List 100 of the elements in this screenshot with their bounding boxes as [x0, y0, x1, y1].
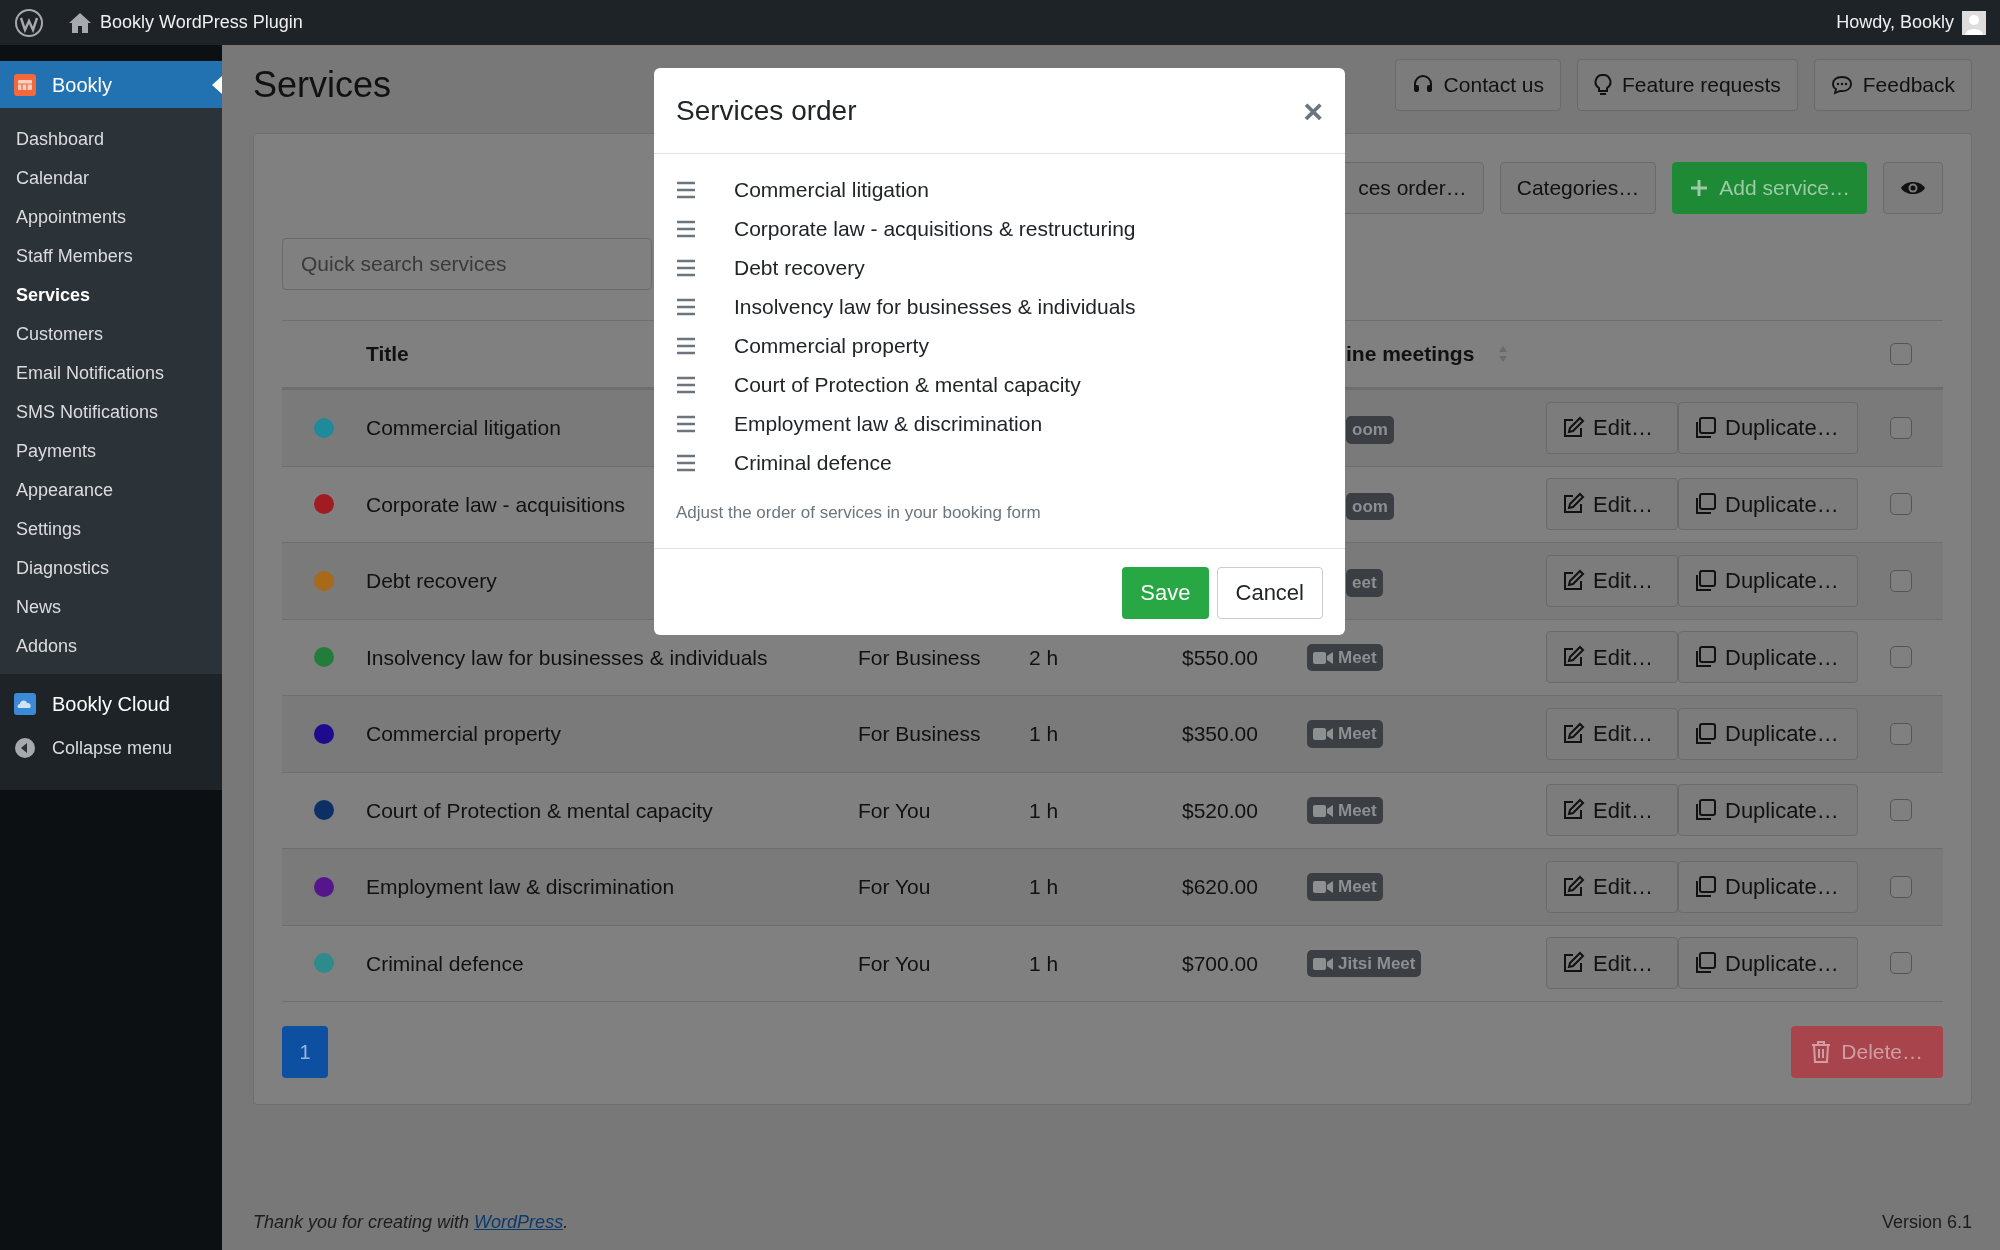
- close-button[interactable]: ×: [1303, 93, 1323, 128]
- row-checkbox[interactable]: [1889, 493, 1912, 516]
- edit-button[interactable]: Edit…: [1546, 631, 1678, 684]
- row-checkbox[interactable]: [1889, 952, 1912, 975]
- sidebar-item[interactable]: Appointments: [0, 198, 222, 237]
- drag-handle-icon[interactable]: [676, 414, 696, 433]
- avatar-icon[interactable]: [1962, 10, 1986, 35]
- search-field[interactable]: Quick search services: [282, 238, 652, 290]
- visibility-button[interactable]: [1883, 162, 1943, 214]
- drag-handle-icon[interactable]: [676, 180, 696, 199]
- edit-icon: [1561, 568, 1585, 593]
- sidebar-item[interactable]: Bookly Cloud: [52, 689, 170, 719]
- edit-button[interactable]: Edit…: [1546, 554, 1678, 607]
- header-button[interactable]: Feature requests: [1577, 59, 1798, 111]
- sortable-item[interactable]: Court of Protection & mental capacity: [734, 368, 1081, 401]
- logo-icon[interactable]: [14, 7, 44, 38]
- cloud-icon[interactable]: [14, 693, 36, 715]
- collapse-menu-link[interactable]: Collapse menu: [52, 734, 173, 762]
- table-cell-text: 1 h: [1029, 950, 1060, 977]
- row-checkbox[interactable]: [1889, 722, 1912, 745]
- duplicate-button[interactable]: Duplicate…: [1678, 784, 1858, 837]
- sortable-item[interactable]: Commercial property: [734, 329, 929, 362]
- sidebar-item[interactable]: Dashboard: [0, 120, 222, 159]
- row-checkbox[interactable]: [1889, 875, 1912, 898]
- duplicate-button[interactable]: Duplicate…: [1678, 478, 1858, 531]
- edit-button[interactable]: Edit…: [1546, 860, 1678, 913]
- sidebar-item[interactable]: Services: [0, 276, 222, 315]
- table-cell-text: Commercial litigation: [366, 415, 561, 441]
- sortable-item[interactable]: Insolvency law for businesses & individuals: [734, 290, 1136, 323]
- cancel-button[interactable]: Cancel: [1216, 566, 1323, 619]
- sortable-item[interactable]: Debt recovery: [734, 251, 865, 284]
- copy-icon: [1693, 568, 1717, 593]
- row-checkbox[interactable]: [1889, 416, 1912, 439]
- select-all-checkbox[interactable]: [1889, 343, 1912, 365]
- row-checkbox[interactable]: [1889, 569, 1912, 592]
- edit-button[interactable]: Edit…: [1546, 401, 1678, 454]
- sidebar-item[interactable]: SMS Notifications: [0, 393, 222, 432]
- sidebar-item[interactable]: Appearance: [0, 471, 222, 510]
- drag-handle-icon[interactable]: [676, 297, 696, 316]
- sidebar-item[interactable]: Payments: [0, 432, 222, 471]
- sidebar-item[interactable]: Email Notifications: [0, 354, 222, 393]
- toolbar-button[interactable]: Categories…: [1499, 162, 1657, 214]
- duplicate-button[interactable]: Duplicate…: [1678, 631, 1858, 684]
- sortable-item[interactable]: Criminal defence: [734, 446, 892, 479]
- table-cell-text: Corporate law - acquisitions: [366, 491, 626, 518]
- column-header: ine meetings: [1346, 341, 1475, 368]
- sidebar-item[interactable]: Customers: [0, 315, 222, 354]
- table-cell-text: $550.00: [1182, 644, 1259, 671]
- edit-button[interactable]: Edit…: [1546, 478, 1678, 531]
- table-cell-text: Employment law & discrimination: [366, 874, 675, 900]
- chat-icon: [1830, 74, 1853, 96]
- drag-handle-icon[interactable]: [676, 336, 696, 355]
- duplicate-button[interactable]: Duplicate…: [1678, 554, 1858, 607]
- table-cell-text: For You: [858, 874, 932, 900]
- site-title-link[interactable]: Bookly WordPress Plugin: [100, 9, 303, 36]
- version-text: Version 6.1: [1881, 1211, 1972, 1234]
- sortable-item[interactable]: Commercial litigation: [734, 173, 929, 206]
- edit-icon: [1561, 874, 1585, 899]
- pointer-icon: [212, 76, 222, 94]
- drag-handle-icon[interactable]: [676, 219, 696, 238]
- sortable-item[interactable]: Employment law & discrimination: [734, 407, 1043, 440]
- page-button[interactable]: 1: [282, 1026, 328, 1078]
- sidebar-item[interactable]: Staff Members: [0, 237, 222, 276]
- drag-handle-icon[interactable]: [676, 375, 696, 394]
- duplicate-button[interactable]: Duplicate…: [1678, 707, 1858, 760]
- sidebar-item[interactable]: Settings: [0, 510, 222, 549]
- wordpress-link[interactable]: WordPress: [474, 1212, 564, 1232]
- greeting-text[interactable]: Howdy, Bookly: [1836, 9, 1954, 36]
- duplicate-button[interactable]: Duplicate…: [1678, 937, 1858, 990]
- drag-handle-icon[interactable]: [676, 258, 696, 277]
- footer-text: Thank you for creating with WordPress.: [253, 1211, 569, 1234]
- sidebar-item[interactable]: News: [0, 588, 222, 627]
- save-button[interactable]: Save: [1122, 566, 1209, 619]
- row-checkbox[interactable]: [1889, 646, 1912, 669]
- table-cell-text: Insolvency law for businesses & individuals: [366, 644, 768, 671]
- sortable-item[interactable]: Corporate law - acquisitions & restructuring: [734, 212, 1136, 245]
- sidebar-plugin-item[interactable]: Bookly: [0, 61, 222, 108]
- meeting-badge: Meet: [1307, 643, 1383, 672]
- edit-button[interactable]: Edit…: [1546, 784, 1678, 837]
- meeting-badge: oom: [1346, 492, 1394, 520]
- duplicate-button[interactable]: Duplicate…: [1678, 860, 1858, 913]
- duplicate-button[interactable]: Duplicate…: [1678, 401, 1858, 454]
- sidebar-item[interactable]: Diagnostics: [0, 549, 222, 588]
- home-icon[interactable]: [68, 11, 92, 34]
- header-button[interactable]: Contact us: [1394, 59, 1561, 111]
- header-button[interactable]: Feedback: [1813, 59, 1972, 111]
- plus-icon: [1689, 178, 1710, 198]
- edit-button[interactable]: Edit…: [1546, 937, 1678, 990]
- meeting-badge: eet: [1346, 569, 1383, 597]
- sidebar-item[interactable]: Addons: [0, 627, 222, 666]
- collapse-icon[interactable]: [14, 737, 36, 759]
- table-cell-text: 1 h: [1029, 721, 1060, 747]
- calendar-icon[interactable]: [14, 73, 36, 96]
- table-cell-text: $520.00: [1182, 797, 1259, 824]
- drag-handle-icon[interactable]: [676, 453, 696, 472]
- copy-icon: [1693, 874, 1717, 899]
- sidebar-item[interactable]: Calendar: [0, 159, 222, 198]
- row-checkbox[interactable]: [1889, 799, 1912, 822]
- edit-button[interactable]: Edit…: [1546, 707, 1678, 760]
- meeting-badge: Meet: [1307, 720, 1383, 748]
